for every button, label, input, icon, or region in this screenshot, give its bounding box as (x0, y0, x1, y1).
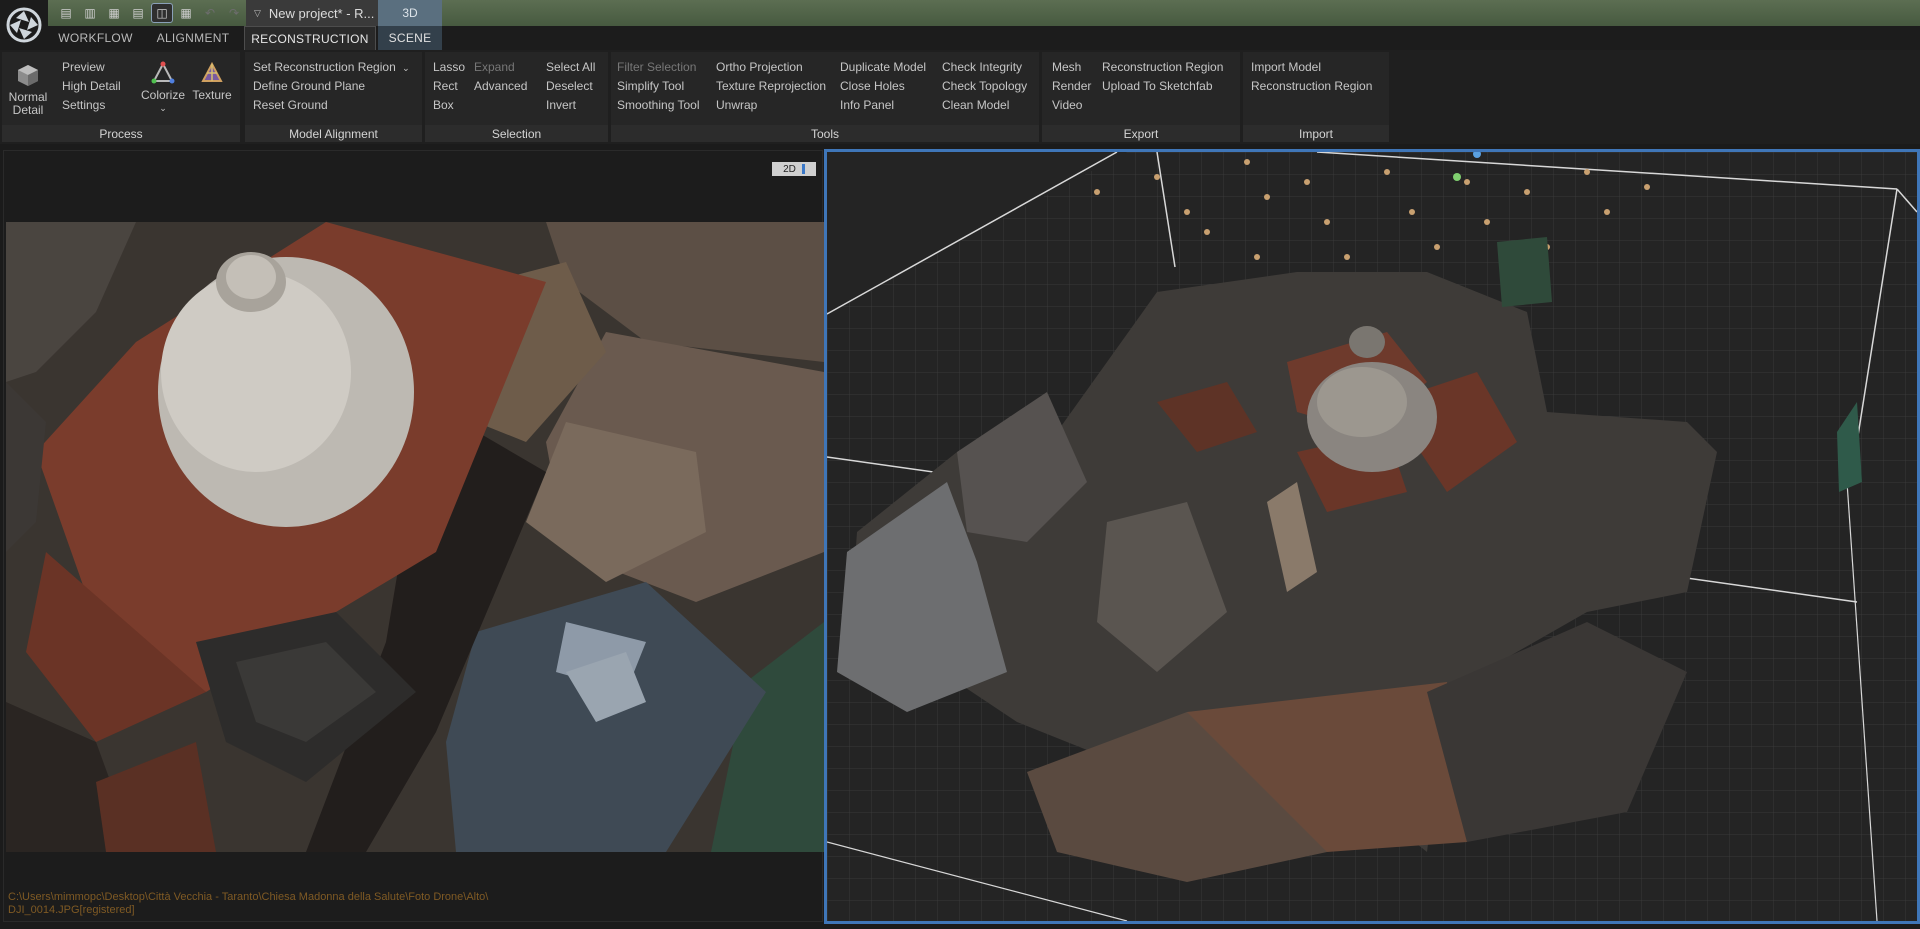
export-render-button[interactable]: Render (1052, 79, 1091, 93)
quick-access-toolbar: ▤ ▥ ▦ ▤ ◫ ▦ ↶ ↷ (56, 3, 244, 23)
cube-icon (18, 65, 38, 86)
project-tab[interactable]: ▽ New project* - R... (246, 0, 378, 26)
reset-ground-button[interactable]: Reset Ground (253, 98, 328, 112)
deselect-button[interactable]: Deselect (546, 79, 593, 93)
unwrap-button[interactable]: Unwrap (716, 98, 757, 112)
tab-scene[interactable]: SCENE (378, 26, 442, 50)
colorize-icon (151, 61, 175, 84)
group-label-process: Process (2, 125, 240, 142)
simplify-tool-button[interactable]: Simplify Tool (617, 79, 684, 93)
set-reconstruction-region-label: Set Reconstruction Region (253, 60, 396, 74)
toggle-indicator (801, 164, 805, 174)
expand-button[interactable]: Expand (474, 60, 515, 74)
define-ground-plane-button[interactable]: Define Ground Plane (253, 79, 365, 93)
layout-2d3d-icon[interactable]: ◫ (151, 3, 173, 23)
group-process: Normal Detail Preview High Detail Settin… (2, 52, 240, 142)
normal-detail-label: Normal Detail (8, 90, 48, 117)
info-panel-button[interactable]: Info Panel (840, 98, 894, 112)
image-path: C:\Users\mimmopc\Desktop\Città Vecchia -… (8, 891, 488, 917)
lasso-button[interactable]: Lasso (433, 60, 465, 74)
view-tab-3d[interactable]: 3D (378, 0, 442, 26)
high-detail-button[interactable]: High Detail (62, 79, 121, 93)
app-logo-icon[interactable] (0, 0, 48, 50)
texture-label: Texture (192, 88, 232, 102)
texture-icon (201, 61, 223, 82)
texture-reprojection-button[interactable]: Texture Reprojection (716, 79, 826, 93)
project-title: New project* - R... (268, 5, 375, 21)
smoothing-tool-button[interactable]: Smoothing Tool (617, 98, 700, 112)
group-label-model-alignment: Model Alignment (245, 125, 422, 142)
toggle-2d-button[interactable]: 2D (772, 162, 816, 176)
check-integrity-button[interactable]: Check Integrity (942, 60, 1022, 74)
drone-photo (6, 222, 824, 852)
close-holes-button[interactable]: Close Holes (840, 79, 905, 93)
tab-reconstruction[interactable]: RECONSTRUCTION (244, 26, 376, 50)
import-model-button[interactable]: Import Model (1251, 60, 1321, 74)
layout-2-icon[interactable]: ▥ (80, 4, 100, 22)
duplicate-model-button[interactable]: Duplicate Model (840, 60, 926, 74)
group-import: Import Model Reconstruction Region Impor… (1243, 52, 1389, 142)
colorize-label: Colorize (140, 88, 185, 102)
export-mesh-button[interactable]: Mesh (1052, 60, 1081, 74)
undo-icon[interactable]: ↶ (200, 4, 220, 22)
select-all-button[interactable]: Select All (546, 60, 595, 74)
export-reconstruction-region-button[interactable]: Reconstruction Region (1102, 60, 1223, 74)
image-path-line1: C:\Users\mimmopc\Desktop\Città Vecchia -… (8, 891, 489, 903)
layout-4-icon[interactable]: ▤ (128, 4, 148, 22)
ribbon-tabs: WORKFLOW ALIGNMENT RECONSTRUCTION SCENE (48, 26, 1920, 50)
group-export: Mesh Render Video Reconstruction Region … (1042, 52, 1240, 142)
image-path-line2: DJI_0014.JPG[registered] (8, 904, 135, 916)
clean-model-button[interactable]: Clean Model (942, 98, 1009, 112)
rect-button[interactable]: Rect (433, 79, 458, 93)
advanced-button[interactable]: Advanced (474, 79, 527, 93)
group-label-import: Import (1243, 125, 1389, 142)
chevron-down-icon[interactable]: ⌄ (402, 63, 410, 73)
group-tools: Filter Selection Simplify Tool Smoothing… (611, 52, 1039, 142)
settings-button[interactable]: Settings (62, 98, 105, 112)
dropdown-arrow-icon[interactable]: ▽ (254, 8, 261, 19)
box-button[interactable]: Box (433, 98, 454, 112)
scene-3d (827, 152, 1917, 921)
image-viewer-2d[interactable]: 2D C:\Users\mimmopc\Desktop\Città Vecchi… (3, 150, 824, 922)
export-video-button[interactable]: Video (1052, 98, 1082, 112)
redo-icon[interactable]: ↷ (224, 4, 244, 22)
scene-viewer-3d[interactable] (824, 149, 1920, 924)
layout-1-icon[interactable]: ▤ (56, 4, 76, 22)
texture-button[interactable]: Texture (188, 60, 236, 102)
normal-detail-button[interactable]: Normal Detail (6, 62, 50, 117)
group-model-alignment: Set Reconstruction Region ⌄ Define Groun… (245, 52, 422, 142)
chevron-down-icon[interactable]: ⌄ (159, 102, 167, 115)
preview-button[interactable]: Preview (62, 60, 105, 74)
set-reconstruction-region-button[interactable]: Set Reconstruction Region ⌄ (253, 60, 410, 74)
group-selection: Lasso Rect Box Expand Advanced Select Al… (425, 52, 608, 142)
ribbon: Normal Detail Preview High Detail Settin… (0, 50, 1920, 144)
layout-3-icon[interactable]: ▦ (104, 4, 124, 22)
upload-sketchfab-button[interactable]: Upload To Sketchfab (1102, 79, 1213, 93)
filter-selection-button[interactable]: Filter Selection (617, 60, 696, 74)
group-label-tools: Tools (611, 125, 1039, 142)
layout-grid-icon[interactable]: ▦ (176, 4, 196, 22)
colorize-button[interactable]: Colorize ⌄ (140, 60, 186, 115)
group-label-selection: Selection (425, 125, 608, 142)
ortho-projection-button[interactable]: Ortho Projection (716, 60, 803, 74)
import-reconstruction-region-button[interactable]: Reconstruction Region (1251, 79, 1372, 93)
invert-button[interactable]: Invert (546, 98, 576, 112)
tab-alignment[interactable]: ALIGNMENT (144, 26, 242, 50)
group-label-export: Export (1042, 125, 1240, 142)
toggle-2d-label: 2D (783, 163, 796, 175)
tab-workflow[interactable]: WORKFLOW (48, 26, 143, 50)
check-topology-button[interactable]: Check Topology (942, 79, 1027, 93)
